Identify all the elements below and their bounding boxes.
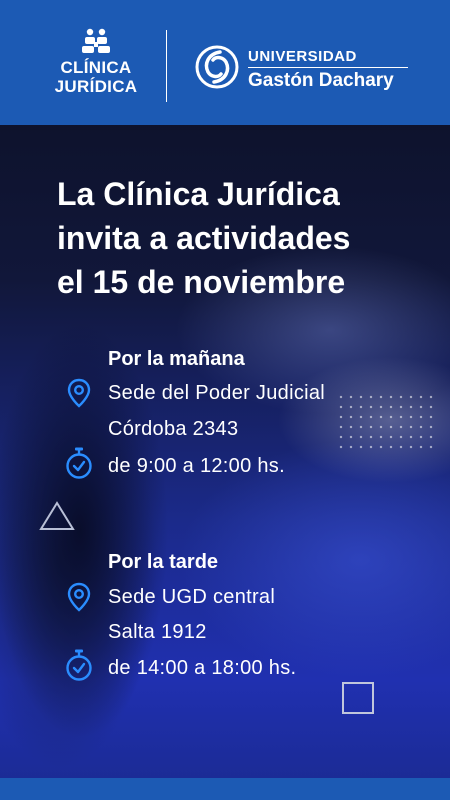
morning-address: Córdoba 2343	[108, 418, 239, 440]
headline-line1: La Clínica Jurídica	[57, 176, 340, 212]
stopwatch-icon	[66, 447, 92, 479]
clinica-juridica-logo: CLÍNICA JURÍDICA	[40, 28, 152, 96]
header-divider	[166, 30, 167, 102]
university-rule	[248, 67, 408, 68]
clinica-line1: CLÍNICA	[60, 58, 132, 77]
afternoon-time: de 14:00 a 18:00 hs.	[108, 657, 297, 679]
stopwatch-icon	[66, 649, 92, 681]
header-bar: CLÍNICA JURÍDICA UNIVERSIDAD Gastón Dach…	[0, 0, 450, 125]
location-pin-icon	[67, 378, 91, 408]
headline-line2: invita a actividades	[57, 220, 351, 256]
university-line2: Gastón Dachary	[248, 70, 394, 91]
triangle-outline-icon	[39, 501, 75, 530]
square-outline-icon	[342, 682, 374, 714]
afternoon-place: Sede UGD central	[108, 586, 276, 608]
event-poster: CLÍNICA JURÍDICA UNIVERSIDAD Gastón Dach…	[0, 0, 450, 800]
afternoon-title: Por la tarde	[108, 551, 219, 573]
morning-place: Sede del Poder Judicial	[108, 382, 326, 404]
speaker-silhouette	[0, 230, 220, 790]
headline-line3: el 15 de noviembre	[57, 264, 346, 300]
clinica-line2: JURÍDICA	[54, 77, 138, 96]
location-pin-icon	[67, 582, 91, 612]
morning-time: de 9:00 a 12:00 hs.	[108, 455, 285, 477]
dot-pattern	[336, 392, 436, 452]
bottom-bar	[0, 778, 450, 800]
headline: La Clínica Jurídica invita a actividades…	[57, 172, 437, 304]
university-line1: UNIVERSIDAD	[248, 48, 357, 65]
ugd-circle-logo	[195, 45, 239, 89]
university-name: UNIVERSIDAD Gastón Dachary	[248, 49, 408, 91]
afternoon-address: Salta 1912	[108, 621, 207, 643]
morning-title: Por la mañana	[108, 348, 245, 370]
people-icon	[82, 28, 110, 53]
